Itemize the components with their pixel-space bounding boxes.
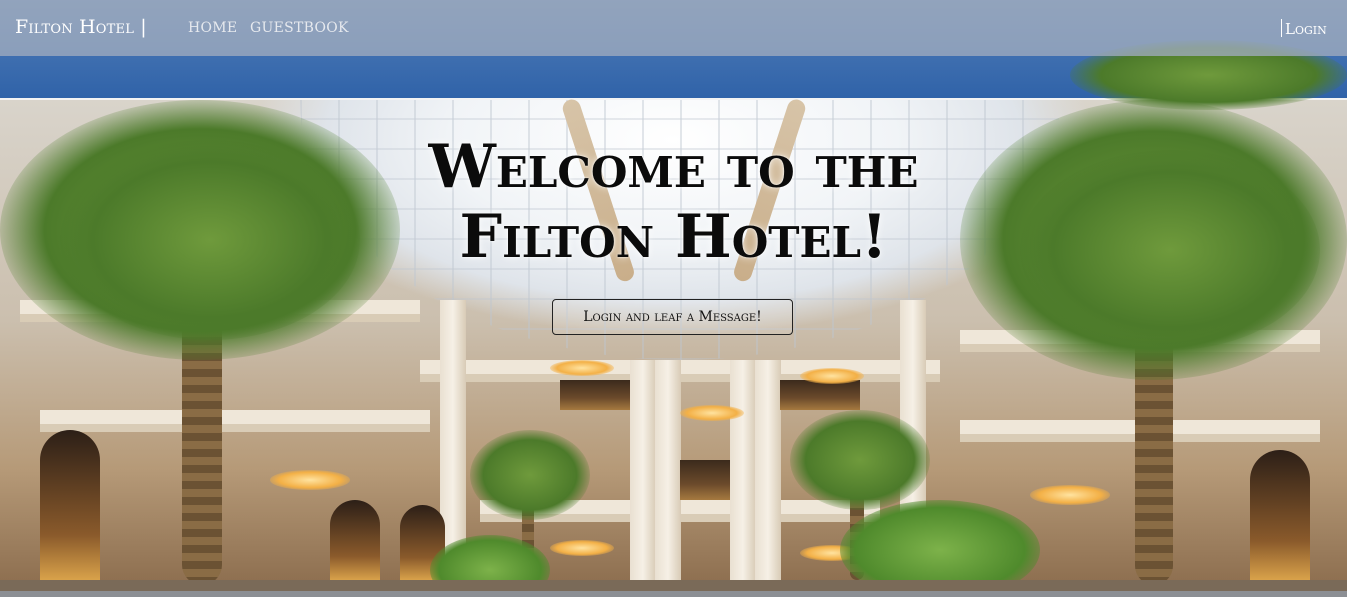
hero-title: Welcome to the Filton Hotel! [300, 132, 1047, 272]
nav-login-link[interactable]: Login [1285, 20, 1327, 38]
ceiling-lamp [270, 470, 350, 490]
balcony [40, 410, 430, 424]
ceiling-lamp [550, 360, 614, 376]
ceiling-lamp [1030, 485, 1110, 505]
ceiling-lamp [800, 368, 864, 384]
nav-link-guestbook[interactable]: Guestbook [250, 20, 349, 36]
shop-window [780, 380, 860, 410]
atrium-floor [0, 580, 1347, 591]
hero-title-line-1: Welcome to the [428, 132, 919, 202]
hero-title-line-2: Filton Hotel! [459, 202, 888, 272]
archway [1250, 450, 1310, 580]
login-leave-message-button[interactable]: Login and leaf a Message! [552, 299, 793, 335]
page: Filton Hotel | Home Guestbook Login Welc… [0, 0, 1347, 597]
page-bottom-strip [0, 591, 1347, 597]
archway [40, 430, 100, 580]
column [755, 360, 781, 580]
shop-window [680, 460, 730, 500]
brand-logo-text[interactable]: Filton Hotel | [15, 16, 147, 38]
nav-link-home[interactable]: Home [188, 20, 237, 36]
palm-fronds [790, 410, 930, 510]
shop-window [560, 380, 630, 410]
archway [330, 500, 380, 580]
palm-fronds [470, 430, 590, 520]
column [655, 360, 681, 580]
navbar: Filton Hotel | Home Guestbook Login [0, 0, 1347, 56]
ceiling-lamp [550, 540, 614, 556]
column [630, 360, 656, 580]
ceiling-lamp [680, 405, 744, 421]
column [730, 360, 756, 580]
palm-fronds [1020, 150, 1320, 350]
login-divider [1281, 19, 1282, 37]
